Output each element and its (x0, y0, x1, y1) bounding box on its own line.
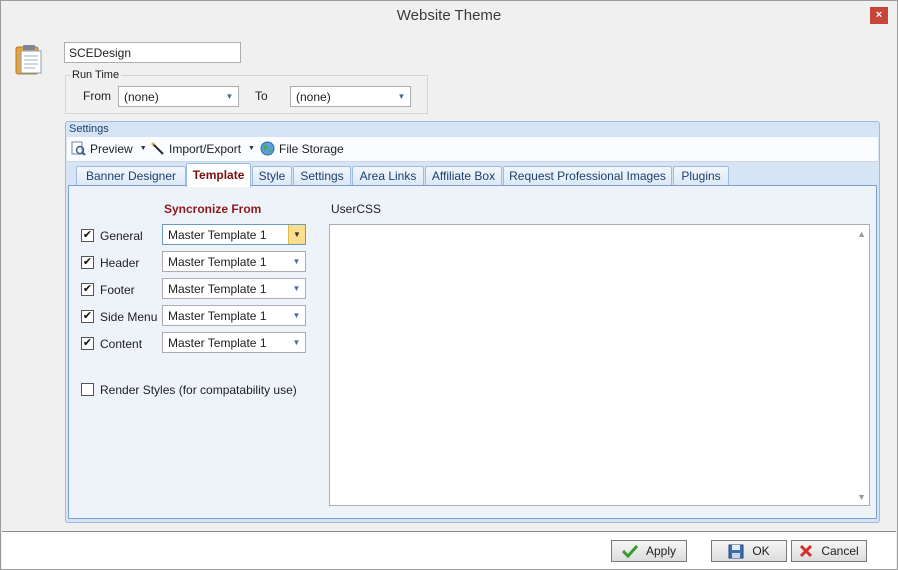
side-menu-label: Side Menu (100, 310, 158, 324)
check-icon (621, 544, 638, 558)
syncronize-from-title: Syncronize From (164, 202, 262, 216)
scroll-up-icon[interactable]: ▲ (857, 229, 866, 239)
header-template-select[interactable]: Master Template 1 ▼ (162, 251, 306, 272)
render-styles-label: Render Styles (for compatability use) (100, 383, 297, 397)
save-icon (728, 544, 744, 558)
usercss-label: UserCSS (331, 202, 382, 216)
import-export-label: Import/Export (169, 141, 242, 156)
tab-area-links[interactable]: Area Links (352, 166, 424, 186)
chevron-down-icon: ▼ (225, 92, 234, 101)
header-template-value: Master Template 1 (168, 255, 267, 269)
footer-checkbox[interactable]: ✔ (81, 283, 94, 296)
close-button[interactable]: × (870, 7, 888, 24)
chevron-down-icon: ▼ (288, 225, 305, 244)
render-styles-checkbox[interactable] (81, 383, 94, 396)
tab-request-professional-images[interactable]: Request Professional Images (503, 166, 672, 186)
website-theme-dialog: Website Theme × Run Time From (none) ▼ T… (0, 0, 898, 570)
content-label: Content (100, 337, 143, 351)
window-title: Website Theme (396, 7, 502, 24)
tab-settings[interactable]: Settings (293, 166, 351, 186)
content-template-select[interactable]: Master Template 1 ▼ (162, 332, 306, 353)
content-template-value: Master Template 1 (168, 336, 267, 350)
preview-label: Preview (90, 141, 133, 156)
template-tab-page: Syncronize From UserCSS ✔ General Master… (68, 185, 877, 519)
tab-banner-designer[interactable]: Banner Designer (76, 166, 186, 186)
side-menu-template-select[interactable]: Master Template 1 ▼ (162, 305, 306, 326)
preview-icon (71, 141, 86, 156)
caret-down-icon: ▼ (139, 145, 147, 152)
header-checkbox[interactable]: ✔ (81, 256, 94, 269)
usercss-textarea[interactable]: ▲ ▼ (329, 224, 870, 506)
ok-button[interactable]: OK (711, 540, 787, 562)
settings-title: Settings (69, 123, 109, 135)
to-label: To (255, 89, 268, 103)
footer-template-select[interactable]: Master Template 1 ▼ (162, 278, 306, 299)
tab-style[interactable]: Style (252, 166, 292, 186)
dialog-footer: Apply OK Cancel (2, 531, 896, 569)
settings-panel: Settings Preview ▼ Import/Export ▼ File … (65, 121, 880, 523)
preview-menu[interactable]: Preview ▼ (71, 141, 147, 156)
from-select-value: (none) (124, 90, 159, 104)
general-label: General (100, 229, 143, 243)
general-template-select[interactable]: Master Template 1 ▼ (162, 224, 306, 245)
settings-tabs: Banner Designer Template Style Settings … (67, 163, 878, 187)
file-storage-label: File Storage (279, 141, 344, 156)
cancel-button[interactable]: Cancel (791, 540, 867, 562)
settings-toolbar: Preview ▼ Import/Export ▼ File Storage (67, 137, 878, 162)
cancel-icon (800, 544, 813, 558)
content-checkbox[interactable]: ✔ (81, 337, 94, 350)
general-checkbox[interactable]: ✔ (81, 229, 94, 242)
side-menu-checkbox[interactable]: ✔ (81, 310, 94, 323)
caret-down-icon: ▼ (248, 145, 255, 152)
globe-icon (260, 141, 275, 156)
chevron-down-icon: ▼ (292, 284, 301, 293)
apply-label: Apply (645, 544, 677, 558)
chevron-down-icon: ▼ (292, 311, 301, 320)
tab-affiliate-box[interactable]: Affiliate Box (425, 166, 502, 186)
theme-name-input[interactable] (64, 42, 241, 63)
tab-plugins[interactable]: Plugins (673, 166, 729, 186)
chevron-down-icon: ▼ (292, 257, 301, 266)
chevron-down-icon: ▼ (397, 92, 406, 101)
general-template-value: Master Template 1 (168, 228, 267, 242)
apply-button[interactable]: Apply (611, 540, 687, 562)
footer-template-value: Master Template 1 (168, 282, 267, 296)
import-export-menu[interactable]: Import/Export ▼ (150, 141, 255, 156)
title-bar: Website Theme × (1, 1, 897, 31)
run-time-legend: Run Time (70, 69, 122, 81)
footer-label: Footer (100, 283, 135, 297)
to-select[interactable]: (none) ▼ (290, 86, 411, 107)
wand-icon (151, 142, 164, 155)
from-select[interactable]: (none) ▼ (118, 86, 239, 107)
file-storage-button[interactable]: File Storage (260, 141, 344, 156)
side-menu-template-value: Master Template 1 (168, 309, 267, 323)
ok-label: OK (752, 544, 770, 558)
clipboard-icon (15, 45, 42, 75)
cancel-label: Cancel (821, 544, 859, 558)
from-label: From (83, 89, 111, 103)
header-label: Header (100, 256, 140, 270)
to-select-value: (none) (296, 90, 331, 104)
tab-template[interactable]: Template (186, 163, 251, 187)
scroll-down-icon[interactable]: ▼ (857, 492, 866, 502)
chevron-down-icon: ▼ (292, 338, 301, 347)
